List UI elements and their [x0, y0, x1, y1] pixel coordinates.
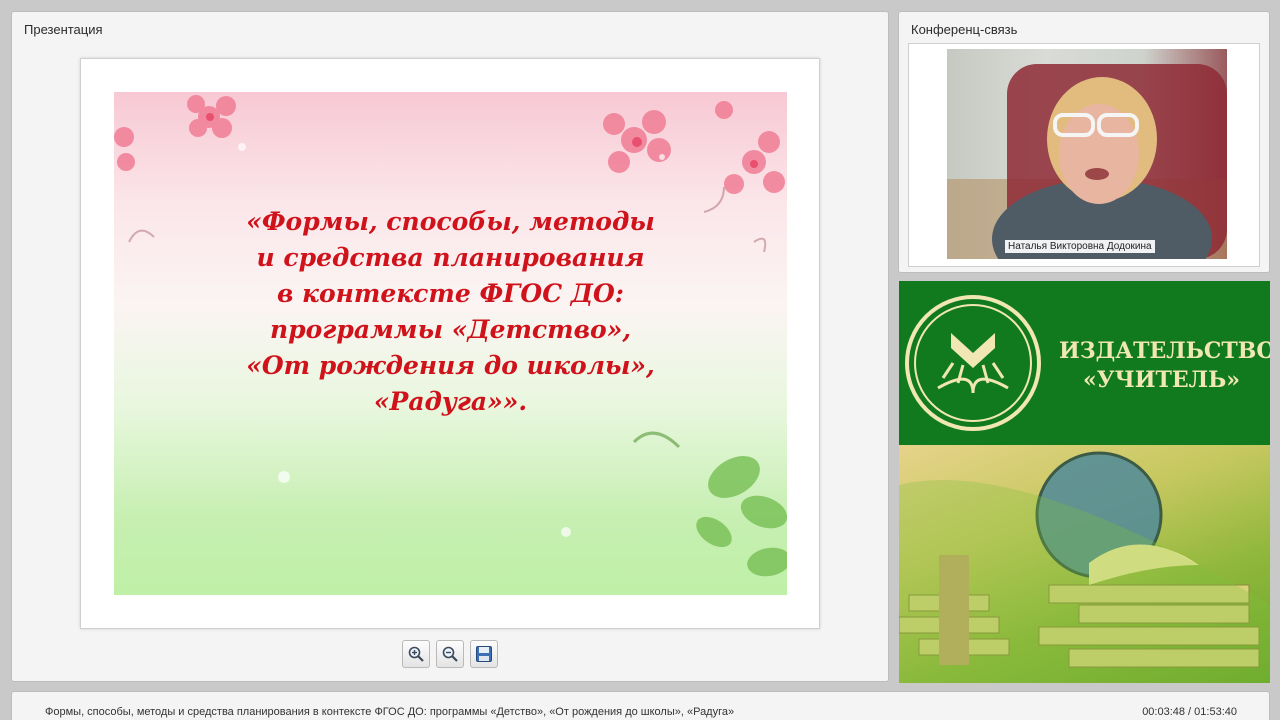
publisher-name-line2: «УЧИТЕЛЬ» [1083, 367, 1240, 393]
conference-panel-title: Конференц-связь [911, 22, 1018, 37]
conference-panel: Конференц-связь Наталья Викторовна Додок… [898, 11, 1270, 273]
publisher-banner[interactable]: ИЗДАТЕЛЬСТВО «УЧИТЕЛЬ» [899, 281, 1270, 683]
books-globe-icon [899, 451, 1270, 683]
webinar-title: Формы, способы, методы и средства планир… [45, 706, 735, 718]
publisher-name: ИЗДАТЕЛЬСТВО «УЧИТЕЛЬ» [1059, 337, 1270, 395]
floppy-disk-icon [476, 646, 492, 662]
zoom-out-icon [442, 646, 458, 662]
presentation-panel: Презентация «Формы, способы, методы и ср… [11, 11, 889, 682]
bottom-info-bar: Формы, способы, методы и средства планир… [11, 691, 1270, 720]
presentation-panel-title: Презентация [24, 22, 103, 37]
zoom-out-button[interactable] [436, 640, 464, 668]
publisher-name-line1: ИЗДАТЕЛЬСТВО [1059, 338, 1270, 364]
slide-title: «Формы, способы, методы и средства плани… [246, 207, 655, 416]
zoom-in-button[interactable] [402, 640, 430, 668]
publisher-logo-icon [905, 295, 1041, 431]
speaker-avatar-icon [947, 64, 1227, 259]
speaker-name-label: Наталья Викторовна Додокина [1005, 240, 1155, 253]
publisher-banner-top: ИЗДАТЕЛЬСТВО «УЧИТЕЛЬ» [899, 281, 1270, 445]
video-frame: Наталья Викторовна Додокина [908, 43, 1260, 267]
playback-time: 00:03:48 / 01:53:40 [1142, 706, 1237, 718]
publisher-banner-image [899, 445, 1270, 683]
presentation-toolbar [402, 640, 498, 668]
speaker-video[interactable]: Наталья Викторовна Додокина [947, 49, 1227, 259]
slide: «Формы, способы, методы и средства плани… [114, 92, 787, 595]
zoom-in-icon [408, 646, 424, 662]
slide-frame: «Формы, способы, методы и средства плани… [80, 58, 820, 629]
save-button[interactable] [470, 640, 498, 668]
